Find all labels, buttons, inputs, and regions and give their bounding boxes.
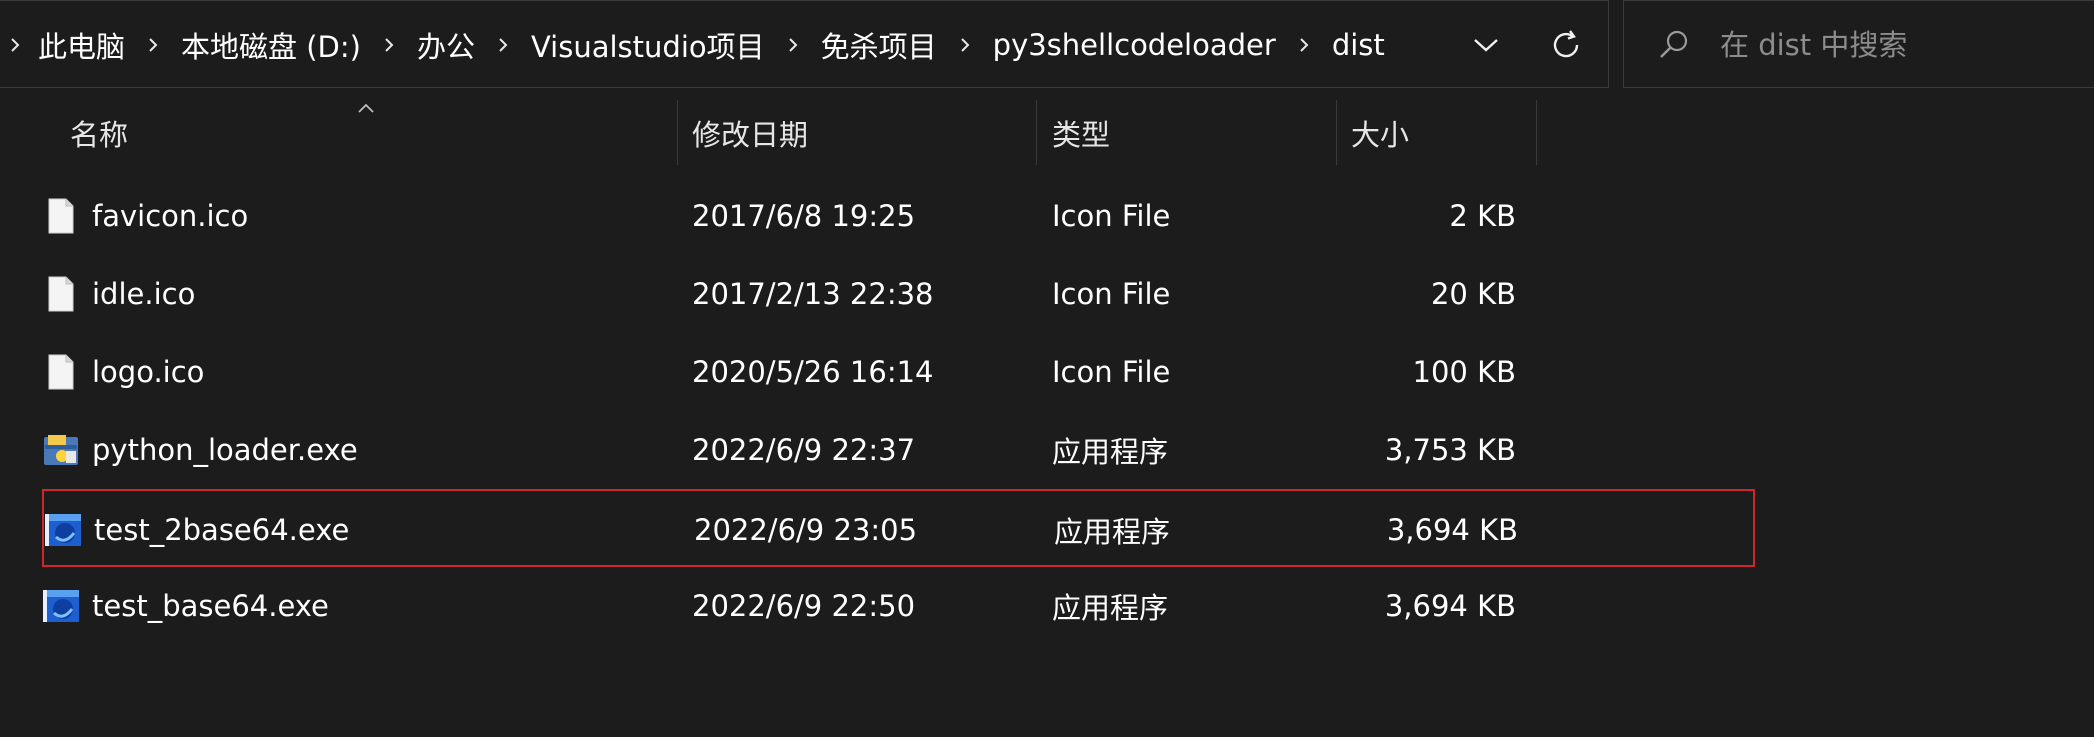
file-row[interactable]: test_base64.exe 2022/6/9 22:50 应用程序 3,694 K…	[42, 567, 1755, 645]
breadcrumb: 此电脑 本地磁盘 (D:) 办公 Visualstudio项目 免杀项目 py3…	[0, 1, 1398, 89]
file-modified-date: 2022/6/9 22:37	[692, 433, 916, 467]
column-divider[interactable]	[1536, 100, 1537, 165]
breadcrumb-item-av-evasion-projects[interactable]: 免杀项目	[821, 24, 937, 66]
file-modified-date: 2017/6/8 19:25	[692, 199, 916, 233]
file-name[interactable]: idle.ico	[92, 255, 195, 333]
address-history-dropdown[interactable]	[1462, 21, 1510, 69]
file-type: 应用程序	[1054, 515, 1171, 549]
breadcrumb-item-this-pc[interactable]: 此电脑	[38, 24, 125, 66]
file-modified-date: 2017/2/13 22:38	[692, 277, 934, 311]
file-modified-date: 2022/6/9 22:50	[692, 589, 916, 623]
column-header-modified[interactable]: 修改日期	[692, 100, 1035, 165]
file-type: 应用程序	[1052, 435, 1169, 469]
breadcrumb-item-visualstudio-projects[interactable]: Visualstudio项目	[531, 24, 765, 66]
column-header-size[interactable]: 大小	[1351, 100, 1535, 165]
file-type: 应用程序	[1052, 591, 1169, 625]
chevron-right-icon[interactable]	[138, 37, 168, 53]
search-input[interactable]	[1720, 21, 2080, 69]
column-header-modified-label: 修改日期	[692, 117, 809, 152]
column-header-name-label: 名称	[70, 117, 129, 152]
file-name[interactable]: favicon.ico	[92, 177, 248, 255]
file-size: 2 KB	[1449, 199, 1516, 233]
file-type: Icon File	[1052, 277, 1171, 311]
file-explorer-window: 此电脑 本地磁盘 (D:) 办公 Visualstudio项目 免杀项目 py3…	[0, 0, 2094, 737]
file-name[interactable]: python_loader.exe	[92, 411, 358, 489]
file-row[interactable]: logo.ico 2020/5/26 16:14 Icon File 100 KB	[42, 333, 1755, 411]
chevron-right-icon[interactable]	[0, 37, 30, 53]
search-icon	[1660, 30, 1688, 58]
breadcrumb-item-office[interactable]: 办公	[417, 24, 475, 66]
chevron-right-icon[interactable]	[778, 37, 808, 53]
breadcrumb-item-local-disk[interactable]: 本地磁盘 (D:)	[181, 24, 361, 66]
file-row[interactable]: favicon.ico 2017/6/8 19:25 Icon File 2 KB	[42, 177, 1755, 255]
column-header-name[interactable]: 名称	[70, 100, 676, 165]
generic-file-icon	[42, 353, 80, 391]
chevron-right-icon[interactable]	[488, 37, 518, 53]
file-type: Icon File	[1052, 355, 1171, 389]
search-box[interactable]	[1623, 0, 2094, 88]
file-size: 3,694 KB	[1386, 513, 1518, 547]
chevron-right-icon[interactable]	[1289, 37, 1319, 53]
exe-app-icon	[44, 511, 82, 549]
breadcrumb-item-dist[interactable]: dist	[1332, 28, 1385, 62]
file-modified-date: 2020/5/26 16:14	[692, 355, 934, 389]
column-header-size-label: 大小	[1351, 117, 1410, 152]
refresh-icon	[1553, 30, 1579, 58]
file-size: 20 KB	[1430, 277, 1516, 311]
file-modified-date: 2022/6/9 23:05	[694, 513, 918, 547]
file-size: 3,694 KB	[1384, 589, 1516, 623]
file-type: Icon File	[1052, 199, 1171, 233]
column-divider[interactable]	[1036, 100, 1037, 165]
file-row[interactable]: test_2base64.exe 2022/6/9 23:05 应用程序 3,694 …	[42, 489, 1755, 567]
refresh-button[interactable]	[1542, 21, 1590, 69]
file-row[interactable]: idle.ico 2017/2/13 22:38 Icon File 20 KB	[42, 255, 1755, 333]
file-size: 3,753 KB	[1384, 433, 1516, 467]
python-app-icon	[42, 431, 80, 469]
chevron-down-icon	[1474, 39, 1498, 52]
column-divider[interactable]	[677, 100, 678, 165]
generic-file-icon	[42, 197, 80, 235]
address-bar[interactable]: 此电脑 本地磁盘 (D:) 办公 Visualstudio项目 免杀项目 py3…	[0, 0, 1609, 88]
column-header-type-label: 类型	[1052, 117, 1111, 152]
chevron-right-icon[interactable]	[374, 37, 404, 53]
file-size: 100 KB	[1412, 355, 1516, 389]
breadcrumb-item-py3shellcodeloader[interactable]: py3shellcodeloader	[993, 28, 1276, 62]
file-name[interactable]: logo.ico	[92, 333, 204, 411]
generic-file-icon	[42, 275, 80, 313]
file-name[interactable]: test_2base64.exe	[94, 491, 349, 569]
exe-app-icon	[42, 587, 80, 625]
file-row[interactable]: python_loader.exe 2022/6/9 22:37 应用程序 3,753…	[42, 411, 1755, 489]
file-name[interactable]: test_base64.exe	[92, 567, 329, 645]
column-divider[interactable]	[1336, 100, 1337, 165]
column-header-type[interactable]: 类型	[1052, 100, 1335, 165]
chevron-right-icon[interactable]	[950, 37, 980, 53]
